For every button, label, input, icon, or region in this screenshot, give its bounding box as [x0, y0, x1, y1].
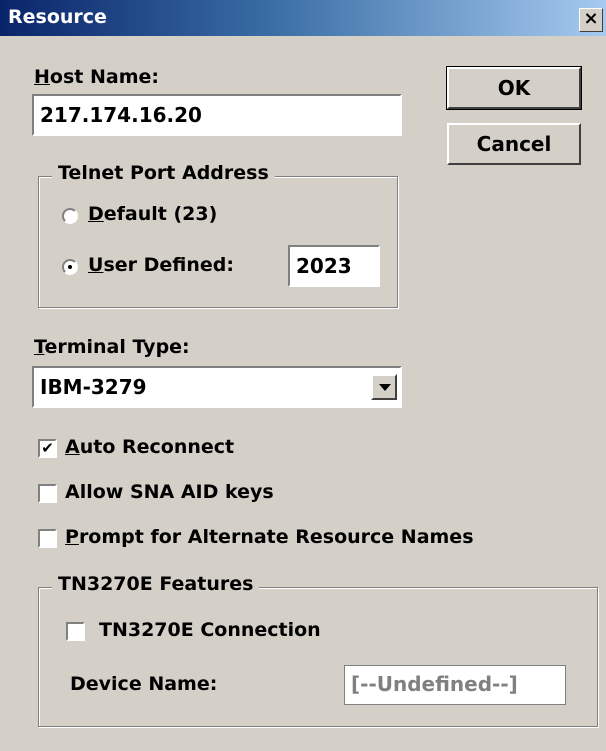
port-value: 2023: [296, 254, 352, 278]
title-bar: Resource ×: [0, 0, 606, 36]
tn3270e-legend: TN3270E Features: [52, 573, 260, 595]
device-name-label: Device Name:: [70, 673, 218, 695]
host-name-label: Host Name:: [34, 66, 159, 88]
host-name-value: 217.174.16.20: [40, 103, 202, 127]
device-name-value: [--Undefined--]: [351, 672, 518, 696]
checkmark-icon: ✔: [41, 439, 54, 457]
tn3270e-connection-label[interactable]: TN3270E Connection: [99, 619, 321, 641]
radio-user-defined-port[interactable]: [62, 259, 78, 275]
telnet-port-group: [38, 176, 398, 308]
prompt-alternate-names-checkbox[interactable]: [38, 529, 57, 548]
close-button[interactable]: ×: [579, 8, 603, 32]
terminal-type-select[interactable]: IBM-3279: [32, 366, 402, 408]
allow-sna-aid-keys-checkbox[interactable]: [38, 484, 57, 503]
terminal-type-value: IBM-3279: [40, 375, 147, 399]
device-name-input: [--Undefined--]: [344, 665, 566, 705]
allow-sna-aid-keys-label[interactable]: Allow SNA AID keys: [65, 481, 274, 503]
radio-default-port[interactable]: [62, 208, 78, 224]
host-name-input[interactable]: 217.174.16.20: [32, 94, 402, 136]
close-icon: ×: [583, 8, 599, 29]
auto-reconnect-label[interactable]: Auto Reconnect: [65, 436, 234, 458]
window-title: Resource: [8, 6, 107, 28]
chevron-down-icon[interactable]: [371, 374, 397, 400]
tn3270e-group: [38, 587, 598, 727]
user-defined-label[interactable]: User Defined:: [88, 254, 234, 276]
tn3270e-connection-checkbox[interactable]: [66, 622, 85, 641]
terminal-type-label: Terminal Type:: [34, 336, 190, 358]
prompt-alternate-names-label[interactable]: Prompt for Alternate Resource Names: [65, 526, 474, 548]
resource-dialog: Host Name: 217.174.16.20 OK Cancel Telne…: [0, 36, 606, 751]
telnet-port-legend: Telnet Port Address: [52, 162, 275, 184]
default-port-label[interactable]: Default (23): [88, 203, 217, 225]
port-input[interactable]: 2023: [288, 245, 380, 287]
auto-reconnect-checkbox[interactable]: ✔: [38, 439, 57, 458]
cancel-button[interactable]: Cancel: [447, 123, 581, 165]
ok-button[interactable]: OK: [446, 66, 582, 110]
